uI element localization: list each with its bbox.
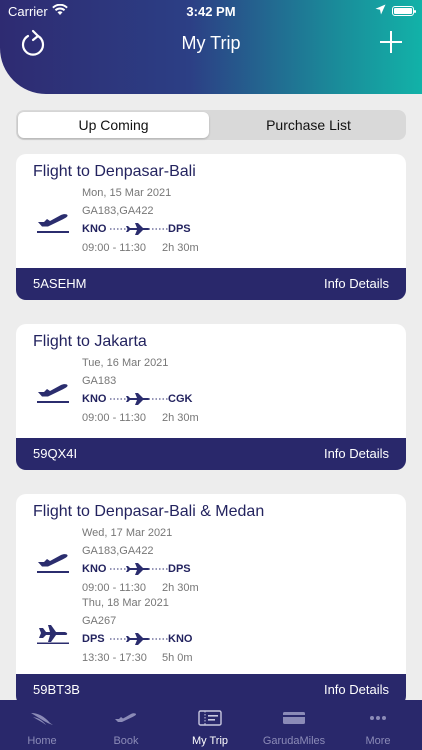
- tab-purchase-list[interactable]: Purchase List: [213, 112, 404, 138]
- flight-date: Mon, 15 Mar 2021: [82, 187, 172, 199]
- origin-code: DPS: [82, 633, 105, 645]
- trip-card[interactable]: Flight to Denpasar-Bali Mon, 15 Mar 2021…: [16, 154, 406, 300]
- card-footer: 5ASEHM Info Details: [16, 268, 406, 300]
- origin-code: KNO: [82, 223, 107, 235]
- info-details-button[interactable]: Info Details: [324, 682, 389, 697]
- destination-code: DPS: [168, 563, 191, 575]
- trip-card[interactable]: Flight to Jakarta Tue, 16 Mar 2021 GA183…: [16, 324, 406, 470]
- tab-home[interactable]: Home: [0, 700, 84, 750]
- tab-label: Book: [113, 735, 139, 747]
- trip-title: Flight to Denpasar-Bali & Medan: [33, 503, 265, 520]
- garuda-logo-icon: [31, 713, 53, 725]
- flight-time: 09:00 - 11:30: [82, 242, 147, 254]
- flight-segment: Thu, 18 Mar 2021 GA267 DPS KNO 13:30 - 1…: [16, 592, 406, 664]
- flight-date: Thu, 18 Mar 2021: [82, 597, 169, 609]
- battery-icon: [392, 6, 416, 16]
- plane-takeoff-icon: [37, 384, 69, 403]
- tab-garudamiles[interactable]: GarudaMiles: [252, 700, 336, 750]
- location-arrow-icon: [375, 4, 386, 15]
- flight-numbers: GA183,GA422: [82, 545, 154, 557]
- booking-code: 59BT3B: [33, 682, 80, 697]
- boarding-pass-icon: [198, 710, 222, 726]
- tab-label: More: [365, 735, 391, 747]
- flight-duration: 2h 30m: [162, 412, 199, 424]
- plane-landing-icon: [37, 625, 69, 644]
- flight-date: Wed, 17 Mar 2021: [82, 527, 173, 539]
- header: Carrier 3:42 PM My Trip: [0, 0, 422, 94]
- plane-takeoff-icon: [37, 554, 69, 573]
- info-details-button[interactable]: Info Details: [324, 276, 389, 291]
- more-dots-icon: [370, 716, 386, 720]
- flight-duration: 2h 30m: [162, 242, 199, 254]
- trip-filter-segment: Up Coming Purchase List: [16, 110, 406, 140]
- destination-code: DPS: [168, 223, 191, 235]
- origin-code: KNO: [82, 563, 107, 575]
- flight-segment: Mon, 15 Mar 2021 GA183,GA422 KNO DPS 09:…: [16, 182, 406, 254]
- route-plane-icon: [110, 393, 170, 405]
- page-title: My Trip: [181, 33, 241, 53]
- route-plane-icon: [110, 633, 170, 645]
- flight-time: 13:30 - 17:30: [82, 652, 147, 664]
- tab-label: My Trip: [191, 735, 229, 747]
- booking-code: 59QX4I: [33, 446, 78, 461]
- route-plane-icon: [110, 223, 170, 235]
- route-plane-icon: [110, 563, 170, 575]
- booking-code: 5ASEHM: [33, 276, 87, 291]
- flight-duration: 5h 0m: [162, 652, 193, 664]
- trip-card[interactable]: Flight to Denpasar-Bali & Medan Wed, 17 …: [16, 494, 406, 706]
- destination-code: KNO: [168, 633, 193, 645]
- trip-title: Flight to Jakarta: [33, 333, 147, 350]
- tab-label: GarudaMiles: [262, 735, 326, 747]
- flight-time: 09:00 - 11:30: [82, 412, 147, 424]
- flight-date: Tue, 16 Mar 2021: [82, 357, 169, 369]
- flight-segment: Wed, 17 Mar 2021 GA183,GA422 KNO DPS 09:…: [16, 522, 406, 594]
- plane-icon: [115, 713, 136, 722]
- flight-numbers: GA183: [82, 375, 117, 387]
- plane-takeoff-icon: [37, 214, 69, 233]
- flight-numbers: GA183,GA422: [82, 205, 154, 217]
- status-bar: Carrier 3:42 PM: [0, 0, 422, 22]
- tab-more[interactable]: More: [336, 700, 420, 750]
- destination-code: CGK: [168, 393, 193, 405]
- miles-card-icon: [283, 712, 305, 724]
- trip-title: Flight to Denpasar-Bali: [33, 163, 196, 180]
- tab-label: Home: [27, 735, 57, 747]
- flight-numbers: GA267: [82, 615, 117, 627]
- clock: 3:42 PM: [186, 4, 236, 19]
- tab-my-trip[interactable]: My Trip: [168, 700, 252, 750]
- flight-segment: Tue, 16 Mar 2021 GA183 KNO CGK 09:00 - 1…: [16, 352, 406, 424]
- origin-code: KNO: [82, 393, 107, 405]
- add-trip-button[interactable]: [380, 31, 402, 53]
- card-footer: 59QX4I Info Details: [16, 438, 406, 470]
- bottom-tab-bar: Home Book My Trip GarudaMiles More: [0, 700, 422, 750]
- tab-upcoming[interactable]: Up Coming: [18, 112, 209, 138]
- tab-book[interactable]: Book: [84, 700, 168, 750]
- info-details-button[interactable]: Info Details: [324, 446, 389, 461]
